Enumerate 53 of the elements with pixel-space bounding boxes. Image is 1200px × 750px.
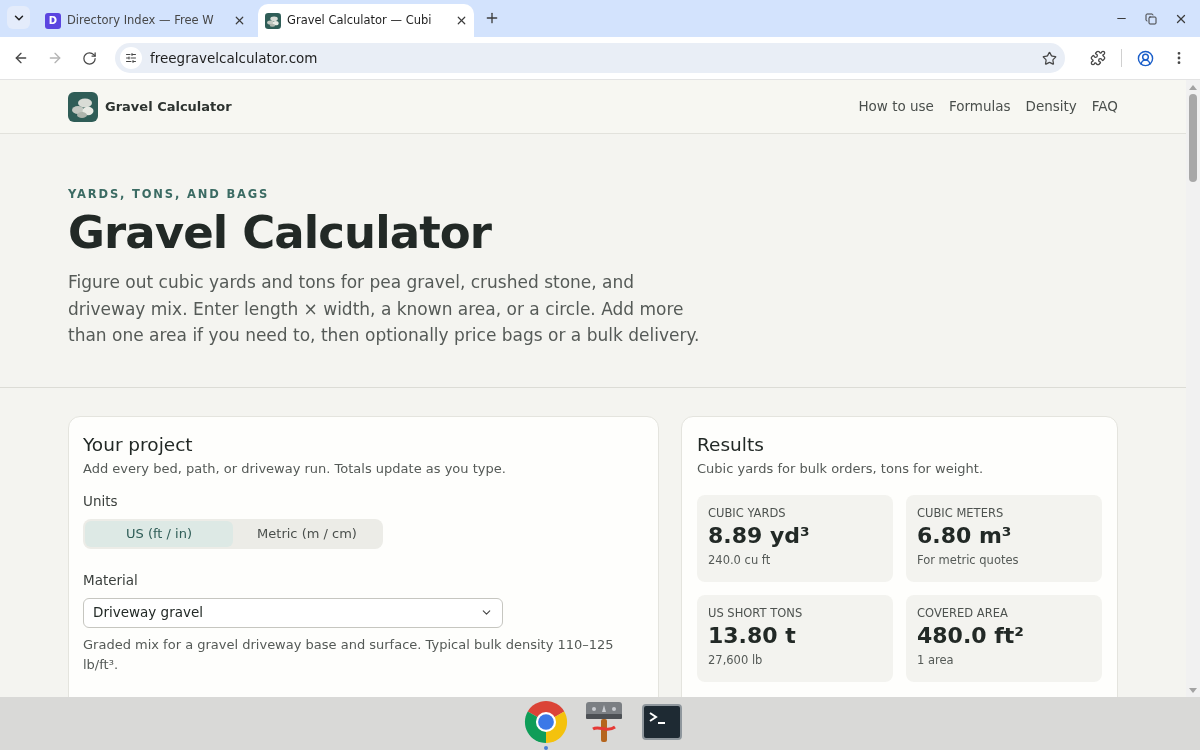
stat-label: CUBIC YARDS bbox=[708, 504, 786, 521]
plus-icon bbox=[484, 10, 500, 26]
field-label: Material bbox=[83, 570, 139, 590]
stat-label: CUBIC METERS bbox=[917, 504, 1004, 521]
stat-value: 13.80 t bbox=[708, 621, 796, 650]
site-settings-button[interactable] bbox=[120, 47, 142, 69]
stat-value: 480.0 ft² bbox=[917, 621, 1024, 650]
stat-label: COVERED AREA bbox=[917, 604, 1008, 621]
card-subtitle: Add every bed, path, or driveway run. Totals update as you type. bbox=[83, 459, 507, 478]
nav-link[interactable]: Density bbox=[1025, 96, 1077, 117]
stat-note: 240.0 cu ft bbox=[708, 551, 771, 569]
stat-label: US SHORT TONS bbox=[708, 604, 803, 621]
brand-link[interactable]: Gravel Calculator bbox=[68, 91, 232, 122]
site-favicon: D bbox=[45, 12, 61, 29]
card-subtitle: Cubic yards for bulk orders, tons for weight. bbox=[697, 459, 985, 478]
stat-note: 1 area bbox=[917, 651, 954, 669]
tab-list-button[interactable] bbox=[7, 6, 30, 29]
units-option[interactable]: Metric (m / cm) bbox=[233, 520, 381, 547]
stat-value: 6.80 m³ bbox=[917, 521, 1012, 550]
hero-intro: Figure out cubic yards and tons for pea gravel, crushed stone, and driveway mix. Enter length × width, a known area, or a circle. Add more than one area if you need to, then optionally price bags or a bulk delivery. bbox=[68, 271, 701, 347]
scroll-up-arrow-icon bbox=[1189, 85, 1197, 90]
nav-link[interactable]: FAQ bbox=[1091, 96, 1118, 117]
material-select[interactable]: Driveway gravel bbox=[83, 597, 503, 628]
card-title: Your project bbox=[83, 432, 194, 457]
stones-favicon-icon bbox=[265, 12, 281, 29]
tool-app-icon bbox=[585, 701, 623, 743]
sliders-icon bbox=[125, 52, 137, 64]
scrollbar-thumb[interactable] bbox=[1189, 94, 1197, 182]
reload-icon bbox=[81, 50, 97, 66]
units-option[interactable]: US (ft / in) bbox=[85, 520, 233, 547]
browser-tab[interactable]: D Directory Index — Free W bbox=[36, 4, 252, 37]
nav-link[interactable]: Formulas bbox=[948, 96, 1011, 117]
address-bar[interactable]: freegravelcalculator.com bbox=[115, 43, 1065, 73]
nav-link[interactable]: How to use bbox=[858, 96, 934, 117]
bookmark-star-icon[interactable] bbox=[1042, 50, 1057, 66]
restore-icon bbox=[1145, 12, 1157, 25]
stat-value: 8.89 yd³ bbox=[708, 521, 810, 550]
scroll-down-arrow-icon bbox=[1189, 688, 1197, 693]
field-label: Units bbox=[83, 491, 119, 511]
forward-arrow-icon bbox=[47, 50, 63, 66]
stones-logo-icon bbox=[68, 91, 98, 122]
terminal-icon bbox=[642, 704, 682, 740]
stat-note: For metric quotes bbox=[917, 551, 1019, 569]
card-title: Results bbox=[697, 432, 765, 457]
chrome-browser-icon bbox=[523, 699, 569, 745]
page-title: Gravel Calculator bbox=[68, 205, 493, 261]
material-hint: Graded mix for a gravel driveway base and surface. Typical bulk density 110–125 lb/ft³. bbox=[83, 635, 615, 674]
profile-icon bbox=[1136, 49, 1154, 67]
puzzle-icon bbox=[1090, 50, 1106, 66]
browser-tab[interactable]: Gravel Calculator — Cubi bbox=[258, 4, 474, 37]
url-text: freegravelcalculator.com bbox=[150, 48, 319, 68]
hero-eyebrow: YARDS, TONS, AND BAGS bbox=[68, 186, 271, 202]
stat-note: 27,600 lb bbox=[708, 651, 763, 669]
